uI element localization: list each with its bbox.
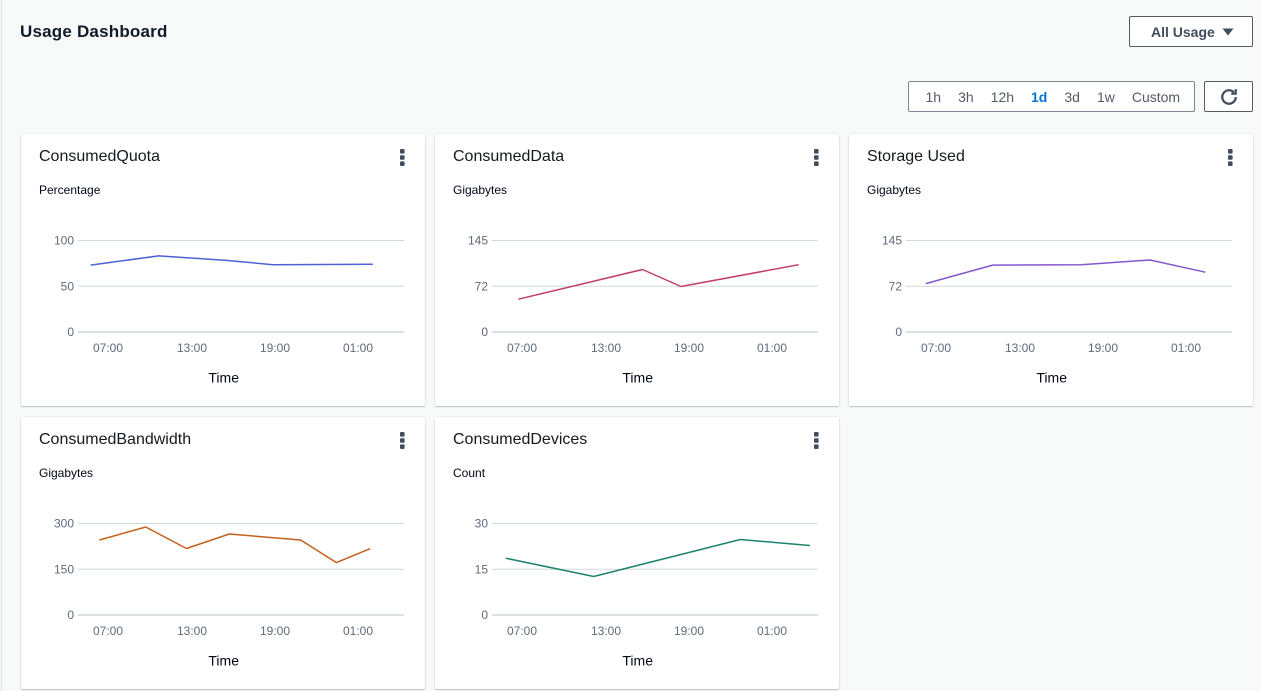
svg-text:01:00: 01:00 (757, 624, 787, 638)
svg-text:300: 300 (54, 517, 74, 531)
svg-text:19:00: 19:00 (674, 341, 704, 355)
svg-text:72: 72 (889, 279, 903, 293)
svg-text:07:00: 07:00 (507, 624, 537, 638)
svg-text:19:00: 19:00 (674, 624, 704, 638)
svg-text:0: 0 (67, 325, 74, 339)
svg-text:Time: Time (208, 370, 239, 386)
svg-text:145: 145 (468, 234, 488, 248)
svg-text:0: 0 (481, 608, 488, 622)
svg-text:Time: Time (208, 653, 239, 669)
svg-text:13:00: 13:00 (1005, 341, 1035, 355)
svg-text:72: 72 (475, 279, 489, 293)
svg-text:01:00: 01:00 (1171, 341, 1201, 355)
svg-text:100: 100 (54, 234, 74, 248)
svg-text:13:00: 13:00 (177, 624, 207, 638)
svg-text:01:00: 01:00 (343, 624, 373, 638)
svg-text:01:00: 01:00 (343, 341, 373, 355)
svg-text:19:00: 19:00 (260, 341, 290, 355)
svg-text:Time: Time (622, 653, 653, 669)
svg-text:13:00: 13:00 (591, 341, 621, 355)
svg-text:0: 0 (67, 608, 74, 622)
svg-text:150: 150 (54, 562, 74, 576)
svg-text:50: 50 (61, 279, 75, 293)
svg-text:0: 0 (895, 325, 902, 339)
svg-text:Time: Time (622, 370, 653, 386)
svg-text:07:00: 07:00 (93, 341, 123, 355)
svg-text:19:00: 19:00 (260, 624, 290, 638)
svg-text:13:00: 13:00 (591, 624, 621, 638)
svg-text:01:00: 01:00 (757, 341, 787, 355)
svg-text:Time: Time (1036, 370, 1067, 386)
svg-text:15: 15 (475, 562, 489, 576)
svg-text:13:00: 13:00 (177, 341, 207, 355)
svg-text:0: 0 (481, 325, 488, 339)
svg-text:19:00: 19:00 (1088, 341, 1118, 355)
svg-text:30: 30 (475, 517, 489, 531)
svg-text:07:00: 07:00 (507, 341, 537, 355)
svg-text:07:00: 07:00 (921, 341, 951, 355)
svg-text:07:00: 07:00 (93, 624, 123, 638)
svg-text:145: 145 (882, 234, 902, 248)
